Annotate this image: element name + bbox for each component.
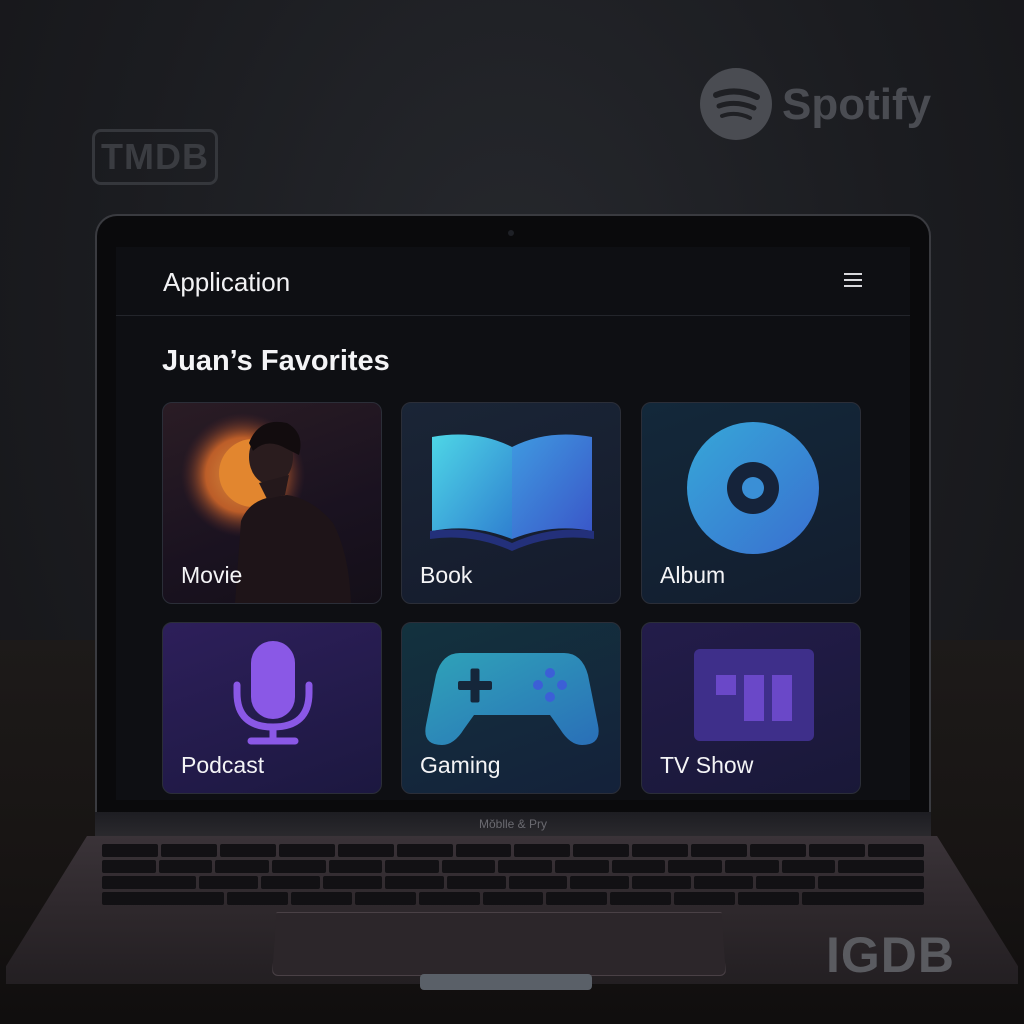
laptop-screen: Application Juan’s Favorites Movie Book …	[116, 247, 910, 800]
spotify-icon	[700, 68, 772, 140]
card-album[interactable]: Album	[641, 402, 861, 604]
app-header: Application	[116, 247, 910, 316]
laptop-brand-label: Mŏblle & Pry	[478, 817, 548, 831]
card-book[interactable]: Book	[401, 402, 621, 604]
card-movie[interactable]: Movie	[162, 402, 382, 604]
app-title: Application	[163, 267, 291, 297]
lid-notch	[420, 974, 592, 990]
card-gaming[interactable]: Gaming	[401, 622, 621, 794]
webcam	[508, 230, 514, 236]
tmdb-logo: TMDB	[92, 129, 218, 185]
card-label: Gaming	[420, 752, 501, 778]
laptop-chin: Mŏblle & Pry	[95, 812, 931, 836]
card-label: TV Show	[660, 752, 754, 778]
page-title: Juan’s Favorites	[162, 345, 390, 377]
hamburger-menu-icon	[844, 273, 862, 275]
spotify-logo: Spotify	[700, 68, 940, 140]
card-label: Movie	[181, 562, 243, 588]
card-label: Album	[660, 562, 726, 588]
trackpad	[272, 912, 726, 976]
igdb-logo: IGDB	[826, 927, 955, 983]
card-podcast[interactable]: Podcast	[162, 622, 382, 794]
keyboard	[92, 842, 934, 908]
card-label: Book	[420, 562, 473, 588]
card-label: Podcast	[181, 752, 265, 778]
spotify-wordmark: Spotify	[782, 80, 932, 129]
card-tv-show[interactable]: TV Show	[641, 622, 861, 794]
menu-button[interactable]	[844, 273, 864, 289]
